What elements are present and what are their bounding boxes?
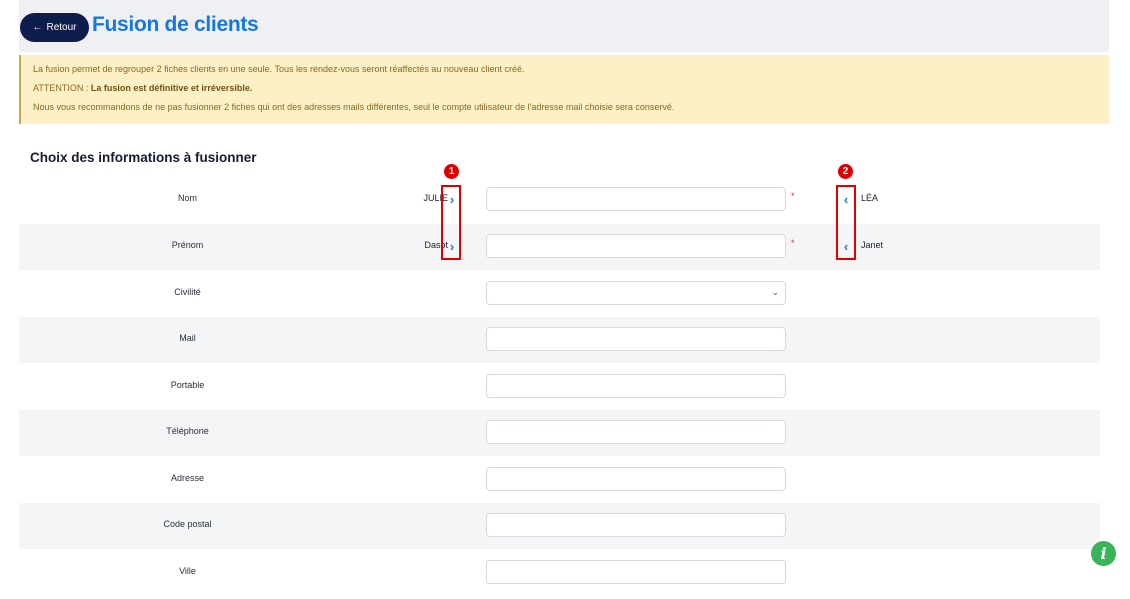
form-row-civilite: Civilité ⌄ xyxy=(19,271,1100,317)
annotation-badge-1: 1 xyxy=(444,164,459,179)
page-title: Fusion de clients xyxy=(92,13,259,36)
field-label: Téléphone xyxy=(166,426,209,436)
annotation-highlight-2 xyxy=(836,185,856,260)
code-postal-input[interactable] xyxy=(486,513,786,537)
arrow-left-icon: ← xyxy=(32,22,43,33)
field-label: Portable xyxy=(170,380,205,390)
field-label: Ville xyxy=(179,566,196,576)
back-button[interactable]: ← Retour xyxy=(20,13,89,42)
form-row-portable: Portable xyxy=(19,364,1100,410)
form-row-code-postal: Code postal xyxy=(19,503,1100,549)
form-title: Choix des informations à fusionner xyxy=(30,150,257,165)
field-label: Nom xyxy=(177,193,197,203)
info-icon[interactable]: i xyxy=(1091,541,1116,566)
field-label: Prénom xyxy=(171,240,204,250)
field-label: Adresse xyxy=(170,473,205,483)
civilite-select[interactable]: ⌄ xyxy=(486,281,786,305)
form-row-ville: Ville xyxy=(19,550,1100,584)
nom-input[interactable] xyxy=(486,187,786,211)
telephone-input[interactable] xyxy=(486,420,786,444)
notice-line-3: Nous vous recommandons de ne pas fusionn… xyxy=(33,102,675,112)
info-notice: La fusion permet de regrouper 2 fiches c… xyxy=(19,55,1109,124)
form-row-nom: Nom JULIE › * ‹ LÉA xyxy=(19,177,1100,223)
right-client-value: LÉA xyxy=(861,193,879,203)
annotation-highlight-1 xyxy=(441,185,461,260)
chevron-down-icon: ⌄ xyxy=(771,287,779,297)
right-client-value: Janet xyxy=(861,240,884,250)
prenom-input[interactable] xyxy=(486,234,786,258)
adresse-input[interactable] xyxy=(486,467,786,491)
required-marker: * xyxy=(791,191,795,201)
form-row-adresse: Adresse xyxy=(19,457,1100,503)
warning-text: La fusion est définitive et irréversible… xyxy=(90,83,253,93)
field-label: Mail xyxy=(179,333,196,343)
required-marker: * xyxy=(791,238,795,248)
back-button-label: Retour xyxy=(46,22,77,33)
annotation-badge-2: 2 xyxy=(838,164,853,179)
field-label: Civilité xyxy=(174,287,201,297)
form-row-prenom: Prénom Dasot › * ‹ Janet xyxy=(19,224,1100,270)
portable-input[interactable] xyxy=(486,374,786,398)
field-label: Code postal xyxy=(163,519,212,529)
form-row-telephone: Téléphone xyxy=(19,410,1100,456)
notice-line-1: La fusion permet de regrouper 2 fiches c… xyxy=(33,64,525,74)
mail-input[interactable] xyxy=(486,327,786,351)
notice-line-2: ATTENTION : La fusion est définitive et … xyxy=(33,83,253,93)
form-row-mail: Mail xyxy=(19,317,1100,363)
ville-input[interactable] xyxy=(486,560,786,584)
